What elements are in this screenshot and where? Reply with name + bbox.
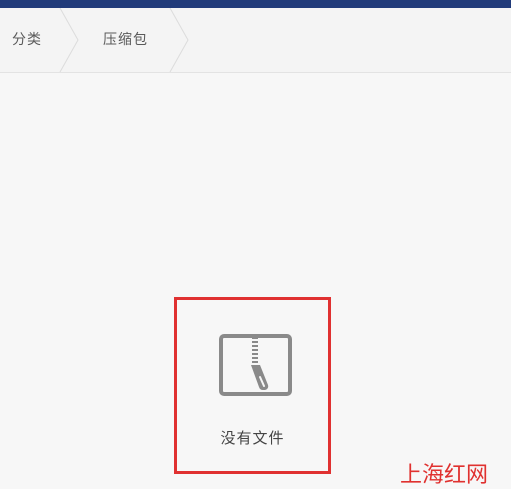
breadcrumb-item-category[interactable]: 分类 <box>12 28 42 52</box>
breadcrumb-separator-icon <box>59 8 79 72</box>
breadcrumb: 分类 压缩包 <box>0 8 511 73</box>
window-top-strip <box>0 0 511 8</box>
zip-file-icon <box>219 334 292 396</box>
breadcrumb-separator-icon <box>169 8 189 72</box>
watermark-logo: 上海红网 <box>400 463 489 488</box>
breadcrumb-item-archives[interactable]: 压缩包 <box>103 28 148 52</box>
empty-state-message: 没有文件 <box>220 429 285 447</box>
